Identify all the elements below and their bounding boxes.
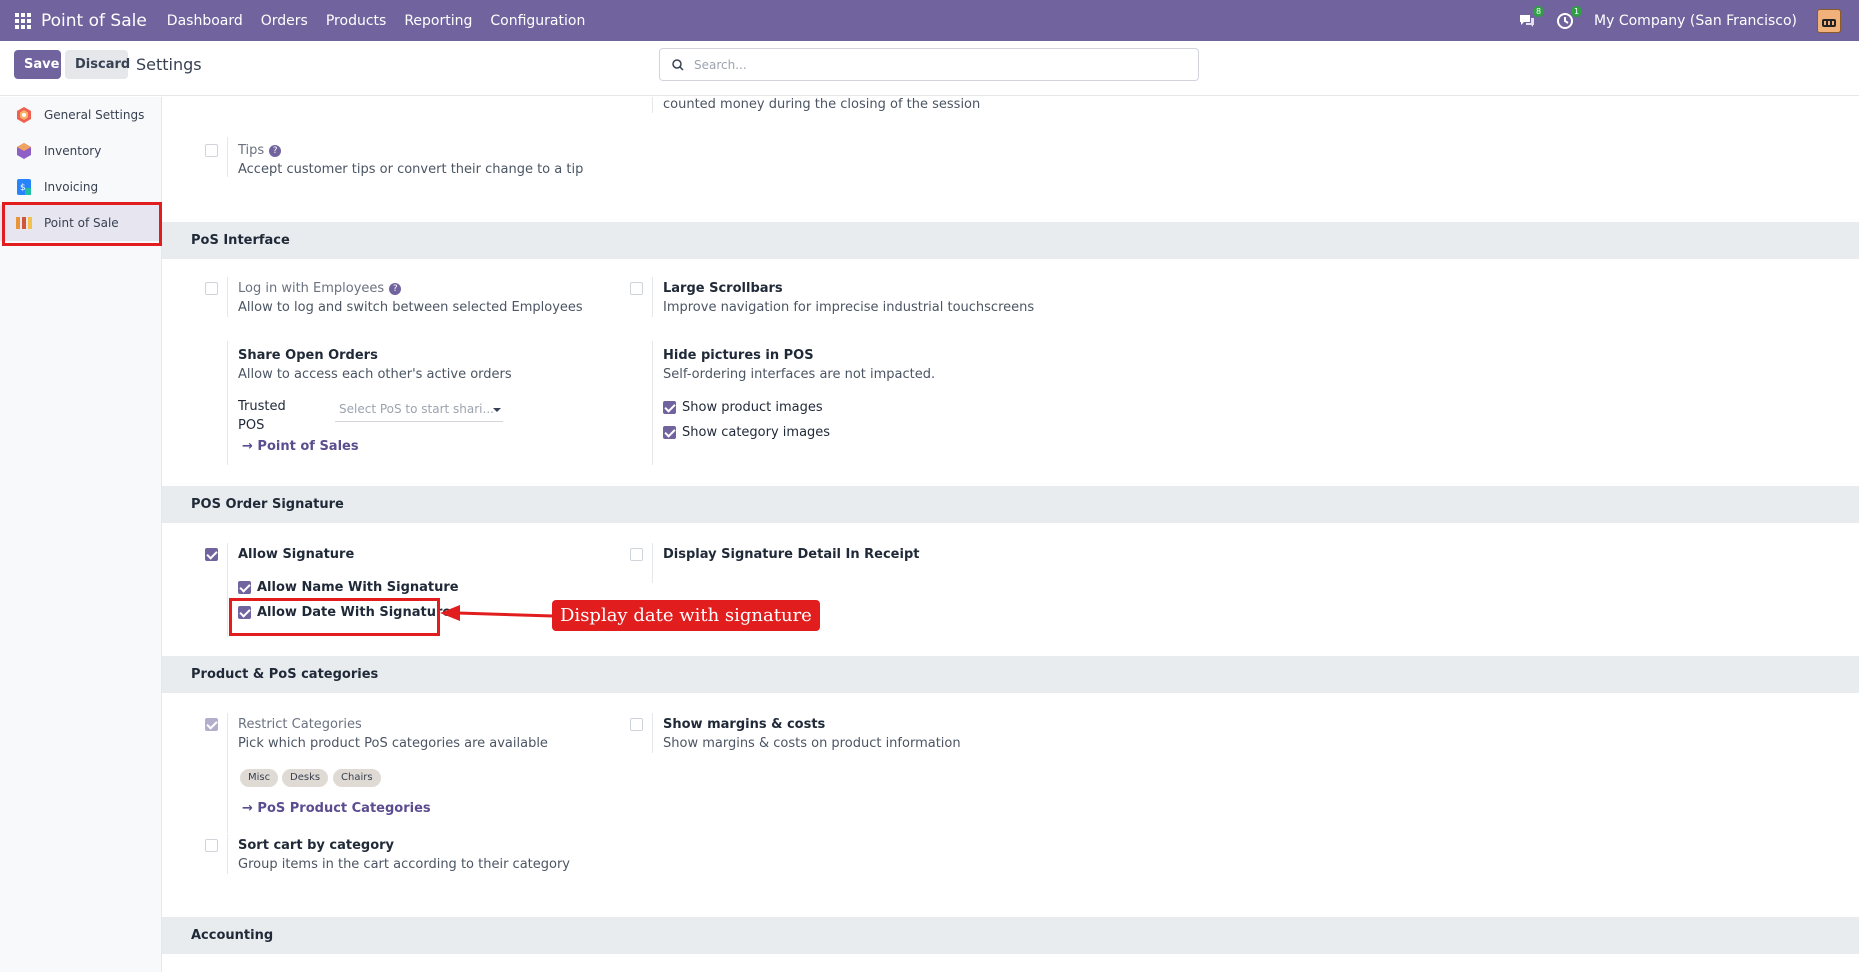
- column-divider: [227, 713, 228, 833]
- trusted-pos-label-2: POS: [238, 418, 265, 433]
- settings-content: counted money during the closing of the …: [162, 97, 1859, 972]
- column-divider: [652, 543, 653, 583]
- tips-label: Tips?: [238, 143, 282, 158]
- save-button[interactable]: Save: [14, 50, 61, 79]
- sidebar-item-inventory[interactable]: Inventory: [0, 133, 162, 169]
- column-divider: [652, 341, 653, 465]
- help-question-icon[interactable]: ?: [389, 283, 402, 295]
- pos-product-categories-link[interactable]: → PoS Product Categories: [242, 801, 431, 816]
- annotation-callout: Display date with signature: [552, 600, 820, 631]
- sort-cart-desc: Group items in the cart according to the…: [238, 857, 571, 872]
- menu-dashboard[interactable]: Dashboard: [167, 13, 243, 29]
- restrict-categories-label: Restrict Categories: [238, 717, 362, 732]
- sidebar-item-label: Invoicing: [44, 180, 99, 194]
- column-divider: [227, 277, 228, 317]
- column-divider: [227, 137, 228, 177]
- hide-pictures-desc: Self-ordering interfaces are not impacte…: [663, 367, 936, 382]
- large-scrollbars-desc: Improve navigation for imprecise industr…: [663, 300, 1035, 315]
- trusted-pos-label: Trusted: [238, 399, 286, 414]
- category-tag-desks[interactable]: Desks: [282, 769, 329, 787]
- chevron-down-icon: [493, 408, 501, 412]
- trusted-pos-select[interactable]: Select PoS to start shari...: [335, 402, 503, 422]
- sidebar-item-label: Inventory: [44, 144, 102, 158]
- restrict-categories-desc: Pick which product PoS categories are av…: [238, 736, 548, 751]
- large-scrollbars-checkbox[interactable]: [630, 282, 643, 295]
- section-pos-order-signature: POS Order Signature: [162, 486, 1859, 523]
- search-bar: [659, 48, 1199, 81]
- display-signature-detail-label: Display Signature Detail In Receipt: [663, 547, 920, 562]
- column-divider: [652, 713, 653, 753]
- apps-grid-icon[interactable]: [15, 12, 31, 29]
- show-category-images-label: Show category images: [682, 425, 831, 440]
- search-input[interactable]: [694, 57, 1174, 72]
- show-category-images-checkbox[interactable]: [663, 426, 676, 439]
- large-scrollbars-label: Large Scrollbars: [663, 281, 783, 296]
- section-product-categories: Product & PoS categories: [162, 656, 1859, 693]
- help-question-icon[interactable]: ?: [269, 145, 282, 157]
- trusted-pos-placeholder: Select PoS to start shari...: [339, 402, 494, 416]
- annotation-arrow-icon: [440, 605, 554, 621]
- allow-signature-checkbox[interactable]: [205, 548, 218, 561]
- top-navbar: Point of Sale Dashboard Orders Products …: [0, 0, 1859, 41]
- closing-session-desc: counted money during the closing of the …: [663, 97, 981, 112]
- show-margins-label: Show margins & costs: [663, 717, 826, 732]
- control-panel: Save Discard Settings: [0, 41, 1859, 96]
- show-product-images-label: Show product images: [682, 400, 823, 415]
- display-signature-detail-checkbox[interactable]: [630, 548, 643, 561]
- section-accounting: Accounting: [162, 917, 1859, 954]
- restrict-categories-checkbox[interactable]: [205, 718, 218, 731]
- column-divider: [227, 543, 228, 637]
- section-pos-interface: PoS Interface: [162, 222, 1859, 259]
- sidebar-item-invoicing[interactable]: $ Invoicing: [0, 169, 162, 205]
- sidebar-highlight-annotation: [2, 202, 162, 246]
- user-avatar[interactable]: [1817, 8, 1841, 33]
- tips-checkbox[interactable]: [205, 144, 218, 157]
- login-employees-label: Log in with Employees?: [238, 281, 402, 296]
- share-orders-desc: Allow to access each other's active orde…: [238, 367, 512, 382]
- activities-badge: 1: [1570, 5, 1583, 17]
- menu-configuration[interactable]: Configuration: [490, 13, 585, 29]
- show-margins-desc: Show margins & costs on product informat…: [663, 736, 961, 751]
- point-of-sales-link[interactable]: → Point of Sales: [242, 439, 359, 454]
- column-divider: [227, 341, 228, 465]
- menu-reporting[interactable]: Reporting: [404, 13, 472, 29]
- arrow-right-icon: →: [242, 439, 258, 454]
- login-employees-checkbox[interactable]: [205, 282, 218, 295]
- arrow-right-icon: →: [242, 801, 258, 816]
- invoice-icon: $: [17, 179, 31, 195]
- svg-text:$: $: [20, 183, 26, 193]
- sidebar-item-general-settings[interactable]: General Settings: [0, 97, 162, 133]
- menu-products[interactable]: Products: [326, 13, 386, 29]
- sort-cart-label: Sort cart by category: [238, 838, 395, 853]
- company-switcher[interactable]: My Company (San Francisco): [1594, 13, 1797, 29]
- hide-pictures-label: Hide pictures in POS: [663, 348, 814, 363]
- share-orders-label: Share Open Orders: [238, 348, 378, 363]
- messages-button[interactable]: 8: [1518, 5, 1545, 30]
- navbar-systray: 8 1 My Company (San Francisco): [1518, 0, 1841, 41]
- page-title: Settings: [136, 55, 202, 74]
- show-product-images-checkbox[interactable]: [663, 401, 676, 414]
- allow-name-signature-label: Allow Name With Signature: [257, 580, 459, 595]
- sidebar-item-label: General Settings: [44, 108, 145, 122]
- column-divider: [227, 834, 228, 874]
- column-divider: [652, 97, 653, 113]
- messages-badge: 8: [1532, 5, 1545, 17]
- column-divider: [652, 277, 653, 317]
- category-tag-chairs[interactable]: Chairs: [333, 769, 381, 787]
- show-margins-checkbox[interactable]: [630, 718, 643, 731]
- sort-cart-checkbox[interactable]: [205, 839, 218, 852]
- activities-button[interactable]: 1: [1556, 5, 1583, 30]
- app-brand[interactable]: Point of Sale: [41, 11, 147, 31]
- category-tag-misc[interactable]: Misc: [240, 769, 279, 787]
- allow-signature-label: Allow Signature: [238, 547, 355, 562]
- allow-date-highlight-annotation: [229, 598, 440, 636]
- gear-hexagon-icon: [17, 107, 31, 123]
- allow-name-signature-checkbox[interactable]: [238, 581, 251, 594]
- login-employees-desc: Allow to log and switch between selected…: [238, 300, 583, 315]
- inventory-box-icon: [17, 143, 31, 159]
- menu-orders[interactable]: Orders: [261, 13, 308, 29]
- tips-desc: Accept customer tips or convert their ch…: [238, 162, 584, 177]
- search-icon: [672, 58, 684, 71]
- discard-button[interactable]: Discard: [65, 50, 130, 79]
